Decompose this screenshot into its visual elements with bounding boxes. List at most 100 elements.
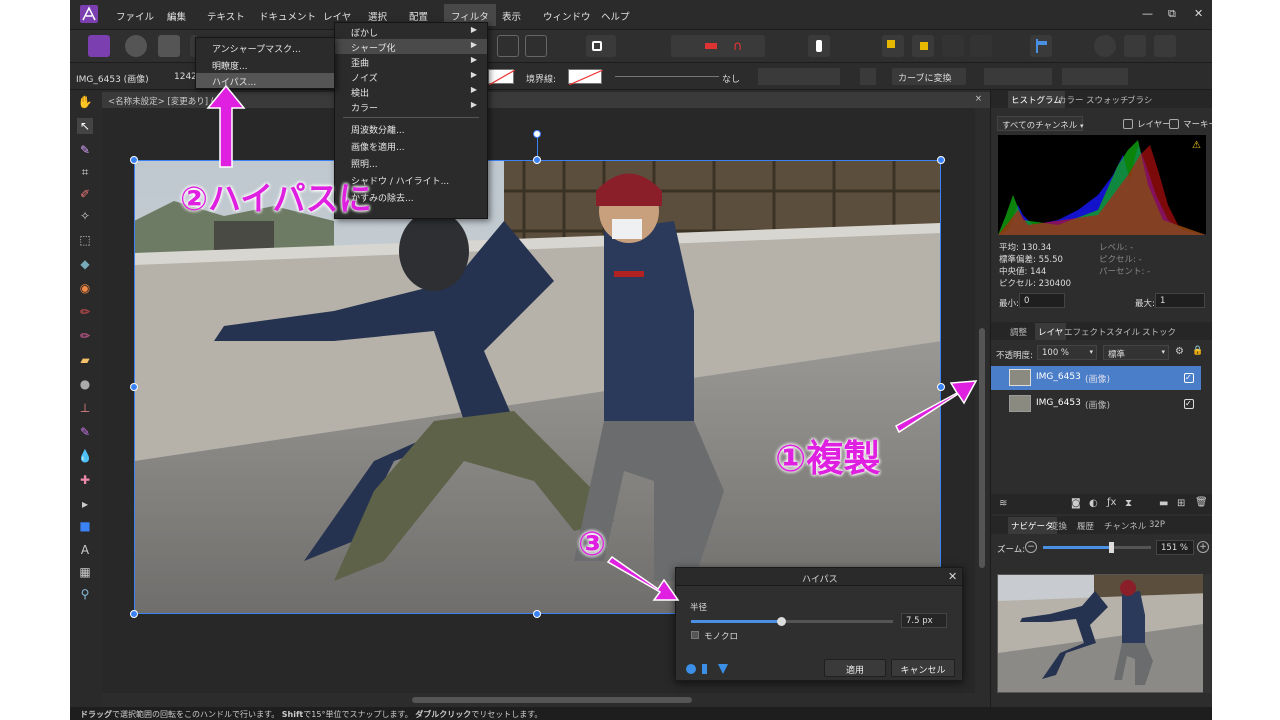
color-picker-tool-icon[interactable]: ✎ [77, 142, 93, 158]
resize-handle-bottom[interactable] [533, 610, 541, 618]
menu-item-sharpen[interactable]: シャープ化 ▶ [335, 39, 487, 54]
split-view-icon[interactable] [702, 664, 707, 674]
arrange-front-icon[interactable] [942, 35, 964, 57]
boolean-subtract-icon[interactable] [1124, 35, 1146, 57]
vertical-scroll-thumb[interactable] [979, 328, 985, 568]
menu-item-unsharp-mask[interactable]: アンシャープマスク... [196, 40, 334, 55]
menu-arrange[interactable]: 配置 [409, 9, 428, 23]
quick-mask-button[interactable] [586, 35, 616, 57]
tab-adjustments[interactable]: 調整 [1010, 326, 1027, 338]
arrange-forward-icon[interactable] [912, 35, 934, 57]
boolean-add-icon[interactable] [1094, 35, 1116, 57]
horizontal-scrollbar[interactable] [102, 693, 990, 707]
align-icon[interactable] [1030, 35, 1052, 57]
zoom-slider[interactable] [1043, 542, 1151, 553]
menu-file[interactable]: ファイル [116, 9, 154, 23]
layer-checkbox[interactable] [1123, 119, 1133, 129]
preview-mode-icon[interactable] [686, 664, 696, 674]
cancel-button[interactable]: キャンセル [891, 659, 955, 677]
blur-tool-icon[interactable]: 💧 [77, 448, 93, 464]
menu-item-colors[interactable]: カラー ▶ [335, 99, 487, 114]
group-icon[interactable]: ▬ [1159, 498, 1168, 509]
apply-button[interactable]: 適用 [824, 659, 886, 677]
minimize-button[interactable]: — [1142, 7, 1153, 20]
gear-icon[interactable]: ⚙ [1175, 346, 1184, 357]
tab-history[interactable]: 履歴 [1077, 520, 1094, 532]
document-tab[interactable]: <名称未設定> [変更あり] (1 × [102, 92, 990, 108]
marquee-checkbox[interactable] [1169, 119, 1179, 129]
radius-value-field[interactable]: 7.5 px [901, 613, 947, 628]
document-image[interactable] [134, 161, 941, 614]
mirror-view-icon[interactable] [718, 664, 728, 674]
menu-select[interactable]: 選択 [368, 9, 387, 23]
tab-color[interactable]: カラー [1058, 94, 1084, 106]
zoom-in-button[interactable]: + [1197, 541, 1209, 553]
tab-layers[interactable]: レイヤ [1035, 323, 1067, 340]
menu-layer[interactable]: レイヤ [323, 9, 351, 23]
live-filter-icon[interactable]: ⧗ [1125, 498, 1132, 509]
pen-tool-icon[interactable]: ▸ [77, 496, 93, 512]
tab-transform[interactable]: 変換 [1050, 520, 1067, 532]
channel-select[interactable]: すべてのチャンネル ▾ [997, 116, 1084, 131]
layer-row-1[interactable]: IMG_6453 (画像) ✓ [991, 366, 1201, 390]
liquify-persona-icon[interactable] [125, 35, 147, 57]
text-tool-icon[interactable]: A [77, 542, 93, 558]
tab-styles[interactable]: スタイル [1106, 326, 1140, 338]
blend-mode-select[interactable]: 標準 ▾ [1103, 345, 1169, 360]
zoom-out-button[interactable]: − [1025, 541, 1037, 553]
selection-brush-tool-icon[interactable]: ✐ [77, 186, 93, 202]
align-horizontal-buttons[interactable] [984, 68, 1052, 85]
erase-tool-icon[interactable]: ▰ [77, 352, 93, 368]
color-replacement-tool-icon[interactable]: ✏ [77, 328, 93, 344]
develop-persona-icon[interactable] [158, 35, 180, 57]
flood-select-tool-icon[interactable]: ✧ [77, 208, 93, 224]
transform-button[interactable] [860, 68, 876, 85]
lock-icon[interactable]: 🔒 [1192, 346, 1203, 356]
menu-text[interactable]: テキスト [207, 9, 245, 23]
rectangle-tool-icon[interactable]: ■ [77, 518, 93, 534]
dialog-titlebar[interactable]: ハイパス ✕ [676, 568, 962, 586]
menu-item-noise[interactable]: ノイズ ▶ [335, 69, 487, 84]
gradient-tool-icon[interactable]: ◉ [77, 280, 93, 296]
blemish-tool-icon[interactable]: ✎ [77, 424, 93, 440]
tab-stock[interactable]: ストック [1142, 326, 1176, 338]
close-document-icon[interactable]: × [975, 94, 982, 104]
arrange-top-icon[interactable] [970, 35, 992, 57]
zoom-tool-icon[interactable]: ⚲ [77, 586, 93, 602]
convert-curve-button[interactable]: カーブに変換 [892, 68, 966, 85]
resize-handle-bottom-left[interactable] [130, 610, 138, 618]
mesh-warp-tool-icon[interactable]: ▦ [77, 564, 93, 580]
boolean-intersect-icon[interactable] [1154, 35, 1176, 57]
menu-item-lighting[interactable]: 照明... [335, 155, 487, 170]
layers-stack-icon[interactable]: ≋ [999, 498, 1007, 509]
layer-visibility-checkbox[interactable]: ✓ [1184, 373, 1194, 383]
adjustment-icon[interactable]: ◐ [1089, 498, 1098, 509]
resize-handle-right[interactable] [937, 383, 945, 391]
menu-item-high-pass[interactable]: ハイパス... [196, 73, 334, 88]
horizontal-scroll-thumb[interactable] [412, 697, 692, 703]
tab-histogram[interactable]: ヒストグラム [1008, 91, 1065, 108]
tab-brushes[interactable]: ブラシ [1127, 94, 1152, 106]
crop-tool-icon[interactable]: ⌗ [77, 164, 93, 180]
arrange-back-icon[interactable] [882, 35, 904, 57]
menu-window[interactable]: ウィンドウ [543, 9, 591, 23]
navigator-scrollbar[interactable] [1203, 574, 1211, 693]
resize-handle-top[interactable] [533, 156, 541, 164]
resize-handle-top-right[interactable] [937, 156, 945, 164]
max-field[interactable]: 1 [1155, 293, 1205, 308]
restore-button[interactable]: ⧉ [1168, 7, 1176, 21]
opacity-field[interactable]: 100 % ▾ [1037, 345, 1097, 360]
zoom-slider-thumb[interactable] [1108, 542, 1114, 553]
dialog-close-icon[interactable]: ✕ [948, 570, 957, 583]
selection-mode-icon[interactable] [497, 35, 519, 57]
rotation-handle[interactable] [533, 130, 541, 138]
mono-checkbox[interactable] [691, 631, 699, 639]
tab-channels[interactable]: チャンネル [1104, 520, 1146, 532]
fill-swatch[interactable] [488, 69, 515, 85]
snapping-controls[interactable]: ∩ [671, 35, 765, 57]
menu-edit[interactable]: 編集 [167, 9, 186, 23]
menu-document[interactable]: ドキュメント [259, 9, 316, 23]
menu-view[interactable]: 表示 [502, 9, 521, 23]
layer-row-2[interactable]: IMG_6453 (画像) ✓ [991, 392, 1201, 416]
photo-persona-icon[interactable] [88, 35, 110, 57]
